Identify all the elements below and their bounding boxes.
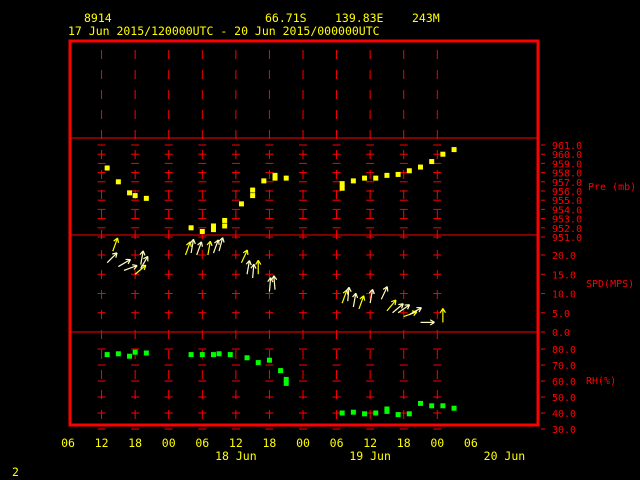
rh-point bbox=[255, 360, 261, 366]
pressure-point bbox=[283, 175, 289, 181]
x-tick-label: 12 bbox=[363, 436, 377, 450]
chart-background bbox=[0, 0, 640, 480]
rh-point bbox=[418, 400, 423, 406]
rh-point bbox=[278, 368, 284, 374]
pressure-point bbox=[384, 172, 390, 178]
x-tick-label: 18 bbox=[397, 436, 411, 450]
pressure-point bbox=[238, 201, 244, 207]
y-tick-label: 40.0 bbox=[552, 409, 576, 420]
pressure-point bbox=[188, 225, 194, 231]
y-tick-label: 50.0 bbox=[552, 393, 576, 404]
rh-point bbox=[339, 410, 345, 416]
station-id: 8914 bbox=[84, 11, 112, 25]
rh-point bbox=[199, 352, 205, 358]
station-latitude: 66.71S bbox=[265, 11, 307, 25]
pressure-point bbox=[339, 185, 345, 191]
wind-arrow-head bbox=[246, 249, 249, 256]
pressure-point bbox=[406, 168, 412, 174]
pressure-point bbox=[440, 151, 446, 157]
rh-point bbox=[451, 405, 457, 411]
wind-arrow-head bbox=[386, 286, 389, 292]
x-date-label: 18 Jun bbox=[215, 449, 257, 463]
rh-point bbox=[362, 411, 368, 417]
pressure-point bbox=[250, 187, 256, 193]
x-date-label: 19 Jun bbox=[349, 449, 391, 463]
pressure-point bbox=[115, 179, 121, 185]
y-tick-label: 10.0 bbox=[552, 290, 576, 301]
pressure-point bbox=[261, 178, 267, 184]
rh-axis-title: RH(%) bbox=[586, 376, 616, 387]
rh-point bbox=[210, 352, 216, 358]
x-tick-label: 18 bbox=[262, 436, 276, 450]
rh-point bbox=[115, 351, 121, 357]
rh-point bbox=[283, 376, 289, 382]
y-tick-label: 15.0 bbox=[552, 270, 576, 281]
x-tick-label: 00 bbox=[162, 436, 176, 450]
rh-point bbox=[143, 350, 149, 356]
pressure-point bbox=[199, 228, 205, 234]
rh-point bbox=[384, 406, 390, 412]
page-number: 2 bbox=[12, 465, 19, 479]
x-tick-label: 00 bbox=[296, 436, 310, 450]
pressure-point bbox=[418, 164, 423, 170]
x-tick-label: 12 bbox=[229, 436, 243, 450]
pressure-point bbox=[272, 172, 278, 178]
pressure-point bbox=[451, 147, 457, 153]
x-tick-label: 06 bbox=[464, 436, 478, 450]
pressure-point bbox=[373, 175, 379, 181]
station-meteogram: 8914 66.71S 139.83E 243M 17 Jun 2015/120… bbox=[0, 0, 640, 480]
x-tick-label: 12 bbox=[95, 436, 109, 450]
pressure-point bbox=[429, 159, 435, 165]
rh-point bbox=[132, 349, 138, 355]
y-tick-label: 70.0 bbox=[552, 361, 576, 372]
pressure-axis-title: Pre (mb) bbox=[588, 182, 636, 193]
y-tick-label: 0.0 bbox=[552, 328, 570, 339]
y-tick-label: 30.0 bbox=[552, 425, 576, 436]
rh-point bbox=[104, 352, 110, 358]
pressure-point bbox=[127, 190, 133, 196]
x-tick-label: 06 bbox=[61, 436, 75, 450]
rh-point bbox=[429, 403, 435, 409]
time-period: 17 Jun 2015/120000UTC - 20 Jun 2015/0000… bbox=[68, 24, 380, 38]
y-tick-label: 5.0 bbox=[552, 309, 570, 320]
pressure-point bbox=[362, 175, 368, 181]
rh-point bbox=[406, 411, 412, 417]
pressure-point bbox=[350, 178, 356, 184]
rh-point bbox=[227, 352, 233, 358]
rh-point bbox=[216, 351, 222, 357]
station-longitude: 139.83E bbox=[335, 11, 384, 25]
pressure-point bbox=[395, 171, 401, 177]
pressure-point bbox=[132, 193, 138, 199]
rh-point bbox=[373, 410, 379, 416]
pressure-point bbox=[222, 217, 228, 223]
pressure-point bbox=[222, 223, 228, 229]
pressure-point bbox=[104, 165, 110, 171]
x-tick-label: 06 bbox=[195, 436, 209, 450]
pressure-point bbox=[339, 181, 345, 187]
y-tick-label: 80.0 bbox=[552, 345, 576, 356]
x-tick-label: 00 bbox=[430, 436, 444, 450]
wind-arrow-head bbox=[398, 303, 404, 306]
rh-point bbox=[127, 353, 133, 359]
pressure-point bbox=[143, 195, 149, 201]
station-elevation: 243M bbox=[412, 11, 440, 25]
x-tick-label: 18 bbox=[128, 436, 142, 450]
rh-point bbox=[350, 409, 356, 415]
rh-point bbox=[440, 403, 446, 409]
y-tick-label: 20.0 bbox=[552, 251, 576, 262]
rh-point bbox=[244, 355, 250, 361]
wind-axis-title: SPD(MPS) bbox=[586, 279, 634, 290]
rh-point bbox=[188, 352, 194, 358]
rh-point bbox=[395, 412, 401, 418]
rh-point bbox=[266, 357, 272, 363]
pressure-point bbox=[210, 227, 216, 233]
x-tick-label: 06 bbox=[330, 436, 344, 450]
y-tick-label: 951.0 bbox=[552, 233, 582, 244]
x-date-label: 20 Jun bbox=[484, 449, 526, 463]
y-tick-label: 60.0 bbox=[552, 377, 576, 388]
pressure-point bbox=[250, 193, 256, 199]
